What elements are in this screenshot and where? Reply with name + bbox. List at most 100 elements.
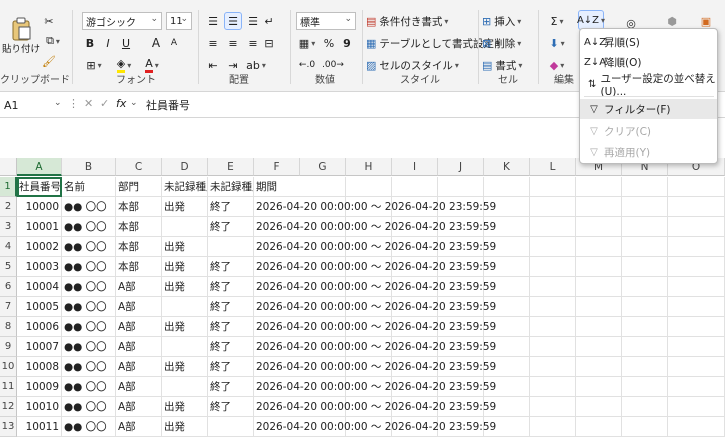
column-header-c[interactable]: C [116, 158, 162, 176]
align-top-button[interactable]: ☰ [204, 12, 222, 30]
grid-cell[interactable]: 本部 [116, 217, 162, 237]
grid-cell[interactable] [668, 177, 725, 197]
row-header[interactable]: 10 [0, 357, 17, 377]
row-header[interactable]: 5 [0, 257, 17, 277]
grid-cell[interactable] [622, 317, 668, 337]
grid-cell[interactable] [530, 217, 576, 237]
insert-function-icon[interactable]: fx [116, 97, 126, 110]
grid-cell[interactable]: 2026-04-20 00:00:00 ～ 2026-04-20 23:59:5… [254, 277, 496, 297]
row-header[interactable]: 3 [0, 217, 17, 237]
grid-cell[interactable]: 終了 [208, 377, 254, 397]
copy-button[interactable]: ⧉ ▾ [40, 32, 66, 50]
column-header-f[interactable]: F [254, 158, 300, 176]
grid-cell[interactable]: 出発 [162, 397, 208, 417]
grid-cell[interactable] [668, 397, 725, 417]
column-header-j[interactable]: J [438, 158, 484, 176]
grid-cell[interactable] [576, 297, 622, 317]
align-bottom-button[interactable]: ☰ [244, 12, 262, 30]
grid-cell[interactable] [346, 177, 392, 197]
grid-cell[interactable] [392, 177, 438, 197]
font-size-combo[interactable]: 11 ⌄ [166, 12, 192, 30]
grid-cell[interactable]: 10011 [17, 417, 62, 437]
cut-button[interactable]: ✂ [40, 12, 58, 30]
grid-cell[interactable] [576, 277, 622, 297]
paste-button[interactable]: 貼り付け [2, 12, 40, 60]
align-right-button[interactable]: ≡ [244, 34, 262, 52]
grid-cell[interactable]: 2026-04-20 00:00:00 ～ 2026-04-20 23:59:5… [254, 297, 496, 317]
grid-cell[interactable] [668, 237, 725, 257]
column-header-d[interactable]: D [162, 158, 208, 176]
menu-item-custom-sort[interactable]: ⇅ ユーザー設定の並べ替え(U)... [580, 73, 717, 98]
grid-cell[interactable] [576, 237, 622, 257]
grid-cell[interactable] [300, 417, 346, 437]
grid-cell[interactable]: 終了 [208, 397, 254, 417]
comma-button[interactable]: 9 [340, 34, 354, 52]
decrease-font-button[interactable]: A [166, 34, 182, 52]
accounting-button[interactable]: ▦ ▾ [296, 34, 318, 52]
grid-cell[interactable] [576, 417, 622, 437]
cancel-icon[interactable]: ✕ [84, 97, 93, 110]
grid-cell[interactable] [576, 377, 622, 397]
grid-cell[interactable] [622, 197, 668, 217]
grid-cell[interactable]: 10009 [17, 377, 62, 397]
grid-cell[interactable]: ●● 〇〇 [62, 217, 116, 237]
grid-cell[interactable]: 終了 [208, 217, 254, 237]
wrap-text-button[interactable]: ↵ [262, 12, 276, 30]
grid-cell[interactable]: A部 [116, 417, 162, 437]
grid-cell[interactable]: ●● 〇〇 [62, 277, 116, 297]
grid-cell[interactable]: 本部 [116, 257, 162, 277]
grid-cell[interactable] [668, 277, 725, 297]
grid-cell[interactable]: 出発 [162, 317, 208, 337]
row-header[interactable]: 13 [0, 417, 17, 437]
grid-cell[interactable] [530, 397, 576, 417]
grid-cell[interactable]: ●● 〇〇 [62, 237, 116, 257]
column-header-h[interactable]: H [346, 158, 392, 176]
grid-cell[interactable]: 2026-04-20 00:00:00 ～ 2026-04-20 23:59:5… [254, 417, 496, 437]
grid-cell[interactable] [668, 257, 725, 277]
grid-cell[interactable]: 出発 [162, 257, 208, 277]
column-header-l[interactable]: L [530, 158, 576, 176]
grid-cell[interactable]: 未記録種別 [162, 177, 208, 197]
grid-cell[interactable] [208, 237, 254, 257]
align-middle-button[interactable]: ☰ [224, 12, 242, 30]
grid-cell[interactable]: A部 [116, 337, 162, 357]
grid-cell[interactable] [668, 337, 725, 357]
merge-button[interactable]: ⊟ [262, 34, 276, 52]
grid-cell[interactable] [162, 377, 208, 397]
grid-cell[interactable]: 2026-04-20 00:00:00 ～ 2026-04-20 23:59:5… [254, 397, 496, 417]
fill-button[interactable]: ⬇ ▾ [544, 34, 570, 52]
grid-cell[interactable] [622, 417, 668, 437]
grid-cell[interactable]: 終了 [208, 277, 254, 297]
grid-cell[interactable] [208, 417, 254, 437]
row-header[interactable]: 1 [0, 177, 17, 197]
grid-cell[interactable]: 出発 [162, 197, 208, 217]
grid-cell[interactable]: ●● 〇〇 [62, 337, 116, 357]
row-header[interactable]: 2 [0, 197, 17, 217]
column-header-k[interactable]: K [484, 158, 530, 176]
autosum-button[interactable]: Σ ▾ [544, 12, 570, 30]
grid-cell[interactable]: 本部 [116, 197, 162, 217]
grid-cell[interactable] [668, 317, 725, 337]
select-all-corner[interactable] [0, 158, 17, 176]
grid-cell[interactable]: 本部 [116, 237, 162, 257]
grid-cell[interactable]: ●● 〇〇 [62, 377, 116, 397]
grid-cell[interactable] [622, 277, 668, 297]
grid-cell[interactable]: 2026-04-20 00:00:00 ～ 2026-04-20 23:59:5… [254, 337, 496, 357]
row-header[interactable]: 9 [0, 337, 17, 357]
grid-cell[interactable] [668, 217, 725, 237]
grid-cell[interactable]: 終了 [208, 357, 254, 377]
row-header[interactable]: 11 [0, 377, 17, 397]
grid-cell[interactable]: 2026-04-20 00:00:00 ～ 2026-04-20 23:59:5… [254, 217, 496, 237]
grid-cell[interactable] [622, 257, 668, 277]
formula-content[interactable]: 社員番号 [146, 97, 190, 113]
column-header-e[interactable]: E [208, 158, 254, 176]
grid-cell[interactable]: 未記録種別 [208, 177, 254, 197]
row-header[interactable]: 6 [0, 277, 17, 297]
grid-cell[interactable]: 2026-04-20 00:00:00 ～ 2026-04-20 23:59:5… [254, 377, 496, 397]
more-options-icon[interactable]: ⋮ [68, 97, 79, 110]
underline-button[interactable]: U [118, 34, 134, 52]
enter-icon[interactable]: ✓ [100, 97, 109, 110]
grid-cell[interactable]: ●● 〇〇 [62, 357, 116, 377]
grid-cell[interactable] [438, 417, 484, 437]
grid-cell[interactable]: 終了 [208, 317, 254, 337]
